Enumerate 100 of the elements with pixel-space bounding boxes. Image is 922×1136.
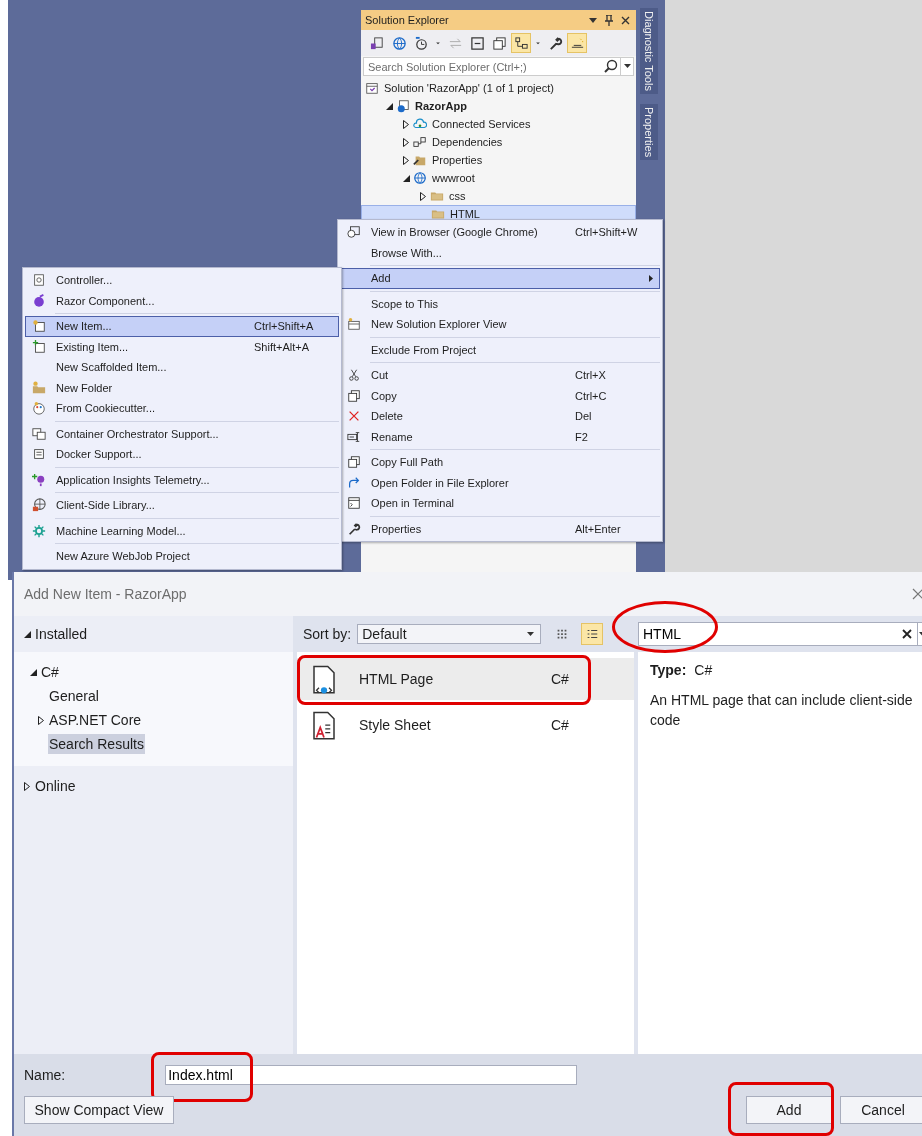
close-icon[interactable] (621, 15, 630, 25)
gear-icon (32, 523, 46, 538)
tree-item[interactable]: Properties (361, 151, 636, 169)
search-field[interactable]: HTML (638, 622, 918, 646)
search-field[interactable]: Search Solution Explorer (Ctrl+;) (363, 57, 634, 76)
category-item[interactable]: Online (34, 776, 77, 796)
lightbulb-icon (32, 472, 46, 487)
menu-item[interactable]: New Azure WebJob Project (25, 546, 339, 567)
search-icon[interactable] (604, 59, 618, 73)
menu-item-label: Client-Side Library... (55, 499, 156, 512)
category-item[interactable]: Search Results (48, 734, 145, 754)
terminal-icon (347, 496, 361, 511)
tree-item[interactable]: Dependencies (361, 133, 636, 151)
side-tab[interactable]: Diagnostic Tools (640, 8, 658, 94)
globe-icon (413, 171, 427, 185)
shortcut-text: Ctrl+Shift+A (254, 320, 315, 333)
menu-item-label: Properties (370, 522, 423, 535)
menu-item-label: Container Orchestrator Support... (55, 427, 220, 440)
menu-item-label: Application Insights Telemetry... (55, 473, 211, 486)
category-item[interactable]: C# (40, 662, 60, 682)
menu-item-label: Rename (370, 430, 414, 443)
tree-item[interactable]: Solution 'RazorApp' (1 of 1 project) (361, 79, 636, 97)
name-field[interactable]: Index.html (165, 1065, 578, 1085)
tree-item[interactable]: css (361, 187, 636, 205)
template-item[interactable]: Style Sheet C# (297, 704, 634, 746)
globe-icon (391, 35, 407, 51)
menu-item[interactable]: Cut Ctrl+X (340, 365, 660, 386)
hierarchy-icon (513, 35, 529, 51)
browser-icon (347, 225, 361, 240)
menu-item[interactable]: New Scaffolded Item... (25, 357, 339, 378)
menu-item[interactable]: Delete Del (340, 406, 660, 427)
close-icon[interactable] (912, 588, 922, 600)
view-mode-button[interactable] (581, 623, 604, 645)
pin-icon[interactable] (605, 14, 613, 26)
menu-item[interactable]: Browse With... (340, 242, 660, 263)
menu-item[interactable]: Scope to This (340, 293, 660, 314)
menu-item[interactable]: View in Browser (Google Chrome) Ctrl+Shift+W (340, 222, 660, 243)
menu-item[interactable]: Existing Item... Shift+Alt+A (25, 336, 339, 357)
menu-item-label: Existing Item... (55, 340, 130, 353)
dialog-button[interactable]: Add (746, 1096, 832, 1124)
category-item[interactable]: Installed (34, 624, 89, 644)
dropdown-icon[interactable] (620, 58, 633, 75)
dropdown-icon[interactable] (589, 16, 597, 24)
type-value: C# (694, 662, 713, 678)
menu-item[interactable]: Razor Component... (25, 290, 339, 311)
menu-item[interactable]: Add (340, 268, 660, 289)
menu-item[interactable]: Open in Terminal (340, 493, 660, 514)
dialog-button[interactable]: Cancel (840, 1096, 922, 1124)
menu-item-label: Add (370, 272, 392, 285)
template-language: C# (551, 717, 569, 733)
shortcut-text: Ctrl+C (575, 389, 608, 402)
palette-icon (32, 401, 46, 416)
tree-item[interactable]: RazorApp (361, 97, 636, 115)
menu-item[interactable]: Copy Full Path (340, 452, 660, 473)
shortcut-text: Shift+Alt+A (254, 340, 311, 353)
menu-item-label: New Solution Explorer View (370, 318, 508, 331)
menu-item[interactable]: Docker Support... (25, 444, 339, 465)
category-item[interactable]: General (48, 686, 100, 706)
menu-item-label: Copy Full Path (370, 456, 445, 469)
sort-dropdown[interactable]: Default (357, 624, 542, 644)
menu-item[interactable]: Exclude From Project (340, 339, 660, 360)
category-item[interactable]: ASP.NET Core (48, 710, 143, 730)
menu-item[interactable]: Machine Learning Model... (25, 520, 339, 541)
menu-item[interactable]: Open Folder in File Explorer (340, 472, 660, 493)
name-label: Name: (24, 1067, 66, 1083)
menu-item[interactable]: Rename F2 (340, 426, 660, 447)
menu-item-label: Machine Learning Model... (55, 524, 187, 537)
tree-item[interactable]: wwwroot (361, 169, 636, 187)
menu-item-label: Exclude From Project (370, 343, 478, 356)
menu-item[interactable]: Container Orchestrator Support... (25, 423, 339, 444)
solution-icon (365, 81, 379, 95)
menu-item[interactable]: Controller... (25, 270, 339, 291)
menu-item[interactable]: Copy Ctrl+C (340, 385, 660, 406)
menu-item[interactable]: New Folder (25, 377, 339, 398)
side-tab[interactable]: Properties (640, 103, 658, 161)
menu-item-label: Controller... (55, 274, 114, 287)
menu-item[interactable]: Application Insights Telemetry... (25, 469, 339, 490)
shortcut-text: Ctrl+Shift+W (575, 226, 639, 239)
shortcut-text: F2 (575, 430, 589, 443)
dialog-button[interactable]: Show Compact View (24, 1096, 174, 1124)
tree-item[interactable]: Connected Services (361, 115, 636, 133)
menu-item-label: Delete (370, 410, 404, 423)
wrench-icon (347, 521, 361, 536)
menu-item[interactable]: Properties Alt+Enter (340, 518, 660, 539)
menu-item[interactable]: New Solution Explorer View (340, 314, 660, 335)
template-item[interactable]: HTML Page C# (297, 658, 634, 700)
menu-item[interactable]: New Item... Ctrl+Shift+A (25, 316, 339, 337)
project-icon (396, 99, 410, 113)
menu-item[interactable]: From Cookiecutter... (25, 398, 339, 419)
copy-icon (347, 388, 361, 403)
menu-item[interactable]: Client-Side Library... (25, 495, 339, 516)
shortcut-text: Del (575, 410, 593, 423)
toolbar-button[interactable] (511, 33, 531, 53)
menu-item-label: View in Browser (Google Chrome) (370, 226, 539, 239)
template-name: HTML Page (359, 671, 435, 687)
clear-icon[interactable] (902, 629, 912, 639)
type-label: Type: (650, 662, 687, 678)
menu-item-label: New Folder (55, 381, 114, 394)
new-folder-icon (32, 380, 46, 395)
menu-item-label: Docker Support... (55, 448, 143, 461)
